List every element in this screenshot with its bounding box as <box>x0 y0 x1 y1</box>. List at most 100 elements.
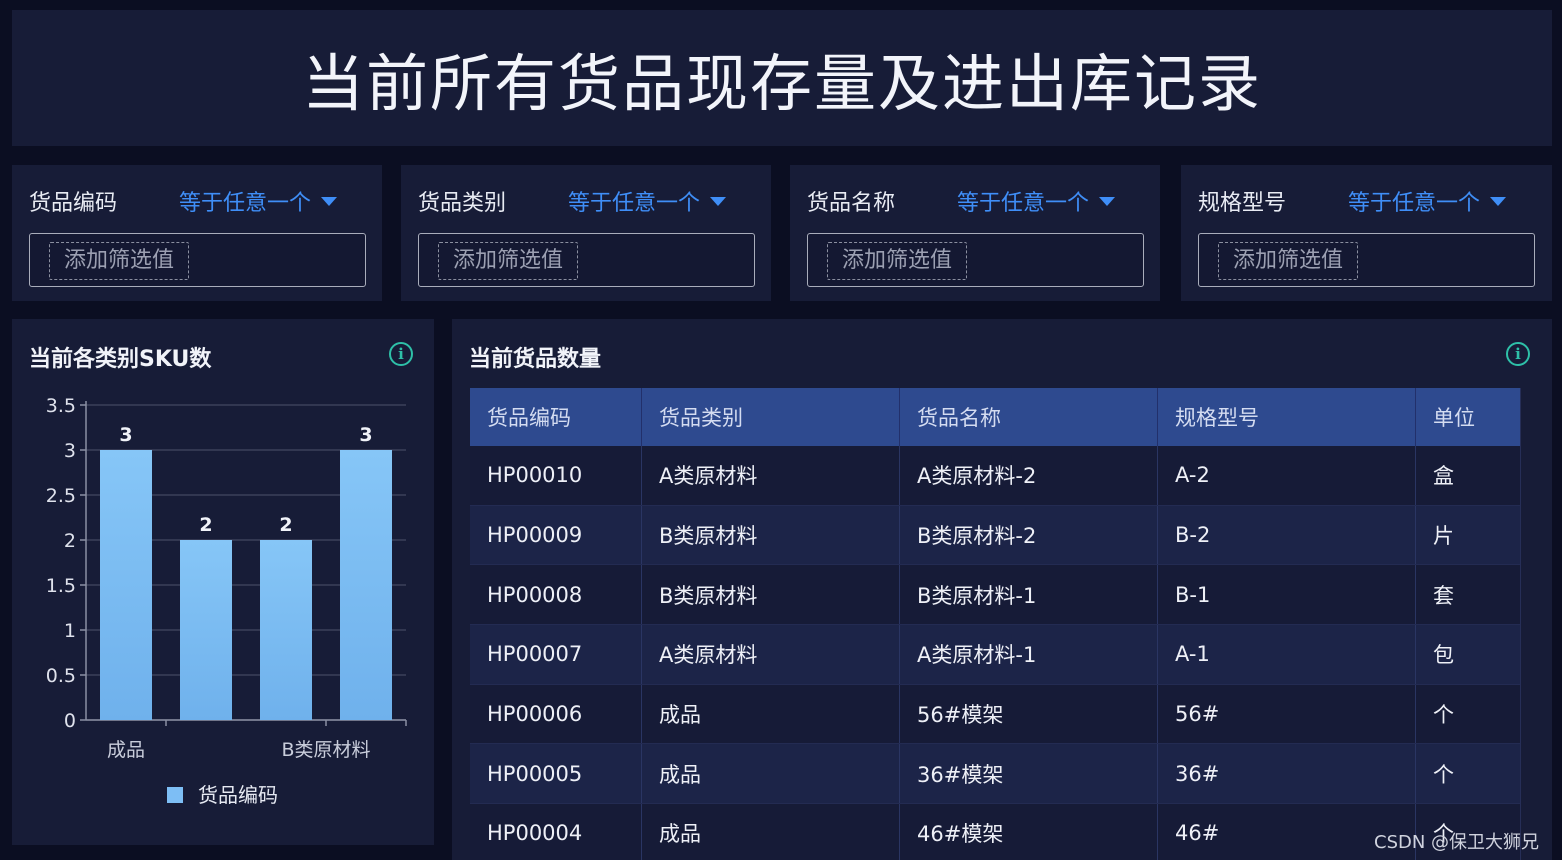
filter-card-spec: 规格型号 等于任意一个 添加筛选值 <box>1181 165 1552 301</box>
table-cell: A-1 <box>1158 625 1416 684</box>
table-cell: 成品 <box>642 804 900 860</box>
table-cell: 片 <box>1433 524 1454 549</box>
filter-operator-label: 等于任意一个 <box>179 191 312 216</box>
table-cell: HP00008 <box>470 565 642 625</box>
table-cell: A类原材料 <box>642 446 900 505</box>
filter-card-category: 货品类别 等于任意一个 添加筛选值 <box>401 165 771 301</box>
caret-down-icon <box>710 196 727 206</box>
column-header[interactable]: 单位 <box>1416 388 1520 446</box>
dashboard: 当前所有货品现存量及进出库记录 货品编码 等于任意一个 添加筛选值 货品类别 等… <box>0 0 1562 860</box>
y-tick-label: 0.5 <box>46 665 76 687</box>
add-filter-value-button[interactable]: 添加筛选值 <box>49 242 190 280</box>
table-cell: B类原材料 <box>642 565 900 625</box>
table-cell: A-2 <box>1158 446 1416 505</box>
bar <box>340 450 392 720</box>
table-row[interactable]: HP00004 成品 46#模架 46# 个 <box>470 804 1520 860</box>
filter-label: 货品类别 <box>418 191 507 216</box>
table-cell: 成品 <box>642 684 900 744</box>
data-label: 2 <box>199 514 212 536</box>
table-cell: B类原材料-2 <box>900 505 1158 565</box>
table-row[interactable]: HP00006 成品 56#模架 56# 个 <box>470 684 1520 745</box>
data-label: 3 <box>119 424 132 446</box>
filter-operator-dropdown[interactable]: 等于任意一个 <box>957 185 1116 217</box>
data-label: 3 <box>359 424 372 446</box>
y-tick-label: 3 <box>64 440 76 462</box>
table-row[interactable]: HP00007 A类原材料 A类原材料-1 A-1 包 <box>470 625 1520 685</box>
table-cell: HP00006 <box>470 684 642 744</box>
table-cell: HP00005 <box>470 744 642 804</box>
table-row[interactable]: HP00005 成品 36#模架 36# 个 <box>470 744 1520 805</box>
table-cell: 个 <box>1433 703 1454 728</box>
x-tick-label: 成品 <box>107 739 145 761</box>
y-tick-label: 1.5 <box>46 575 76 597</box>
filter-card-name: 货品名称 等于任意一个 添加筛选值 <box>790 165 1160 301</box>
sku-chart-panel: 0 0.5 1 1.5 2 2.5 3 3.5 3 2 2 3 成品 B类原材料 货品编码 当前各类别SKU… <box>12 319 434 845</box>
table-row[interactable]: HP00008 B类原材料 B类原材料-1 B-1 套 <box>470 565 1520 626</box>
x-tick-label: B类原材料 <box>281 739 370 761</box>
table-cell: B类原材料-1 <box>900 565 1158 625</box>
y-tick-label: 3.5 <box>46 395 76 417</box>
caret-down-icon <box>1490 196 1507 206</box>
table-cell: 56# <box>1158 684 1416 744</box>
table-cell: HP00007 <box>470 625 642 684</box>
column-header[interactable]: 货品类别 <box>642 388 900 446</box>
filter-operator-label: 等于任意一个 <box>568 191 701 216</box>
filter-operator-label: 等于任意一个 <box>1348 191 1481 216</box>
table-header-row: 货品编码 货品类别 货品名称 规格型号 单位 <box>470 388 1520 446</box>
add-filter-value-button[interactable]: 添加筛选值 <box>827 242 968 280</box>
title-banner: 当前所有货品现存量及进出库记录 <box>12 10 1552 146</box>
y-tick-label: 0 <box>64 710 76 732</box>
table-row[interactable]: HP00009 B类原材料 B类原材料-2 B-2 片 <box>470 505 1520 566</box>
column-header[interactable]: 货品名称 <box>900 388 1158 446</box>
add-filter-value-button[interactable]: 添加筛选值 <box>1218 242 1359 280</box>
table-cell: HP00009 <box>470 505 642 565</box>
table-row[interactable]: HP00010 A类原材料 A类原材料-2 A-2 盒 <box>470 446 1520 506</box>
filter-label: 货品编码 <box>29 191 118 216</box>
column-header[interactable]: 货品编码 <box>470 388 642 446</box>
y-tick-label: 2 <box>64 530 76 552</box>
y-tick-label: 1 <box>64 620 76 642</box>
table-cell: B类原材料 <box>642 505 900 565</box>
table-cell: 36# <box>1158 744 1416 804</box>
filter-label: 规格型号 <box>1198 191 1287 216</box>
table-cell: 套 <box>1433 583 1454 608</box>
caret-down-icon <box>321 196 338 206</box>
filter-label: 货品名称 <box>807 191 896 216</box>
table-cell: 盒 <box>1433 464 1454 489</box>
filter-operator-dropdown[interactable]: 等于任意一个 <box>179 185 338 217</box>
info-icon[interactable]: i <box>1506 342 1530 366</box>
filter-operator-dropdown[interactable]: 等于任意一个 <box>1348 185 1507 217</box>
table-cell: B-1 <box>1158 565 1416 625</box>
filter-card-code: 货品编码 等于任意一个 添加筛选值 <box>12 165 382 301</box>
table-cell: HP00004 <box>470 804 642 860</box>
y-tick-label: 2.5 <box>46 485 76 507</box>
page-title: 当前所有货品现存量及进出库记录 <box>301 47 1262 120</box>
sku-bar-chart: 0 0.5 1 1.5 2 2.5 3 3.5 3 2 2 3 成品 B类原材料货品编码 <box>46 395 407 807</box>
caret-down-icon <box>1099 196 1116 206</box>
table-cell: 46#模架 <box>900 804 1158 860</box>
filter-operator-label: 等于任意一个 <box>957 191 1090 216</box>
table-panel-title: 当前货品数量 <box>469 347 602 372</box>
bar <box>260 540 312 720</box>
bar <box>180 540 232 720</box>
filter-input[interactable]: 添加筛选值 <box>29 233 366 287</box>
table-scrollbar[interactable] <box>1520 388 1534 860</box>
table-cell: A类原材料-2 <box>900 446 1158 505</box>
watermark: CSDN @保卫大狮兄 <box>1374 832 1540 853</box>
filter-operator-dropdown[interactable]: 等于任意一个 <box>568 185 727 217</box>
table-cell: 包 <box>1433 643 1454 668</box>
info-icon[interactable]: i <box>389 342 413 366</box>
filter-input[interactable]: 添加筛选值 <box>418 233 755 287</box>
legend-label: 货品编码 <box>198 783 278 807</box>
goods-table: 货品编码 货品类别 货品名称 规格型号 单位 HP00010 A类原材料 A类原材料… <box>470 388 1520 860</box>
add-filter-value-button[interactable]: 添加筛选值 <box>438 242 579 280</box>
table-cell: A类原材料-1 <box>900 625 1158 684</box>
table-cell: 成品 <box>642 744 900 804</box>
goods-quantity-panel: 当前货品数量 i 货品编码 货品类别 货品名称 规格型号 单位 HP00010 A… <box>452 319 1552 860</box>
table-cell: A类原材料 <box>642 625 900 684</box>
table-cell: 36#模架 <box>900 744 1158 804</box>
filter-input[interactable]: 添加筛选值 <box>1198 233 1535 287</box>
table-cell: 56#模架 <box>900 684 1158 744</box>
column-header[interactable]: 规格型号 <box>1158 388 1416 446</box>
filter-input[interactable]: 添加筛选值 <box>807 233 1144 287</box>
